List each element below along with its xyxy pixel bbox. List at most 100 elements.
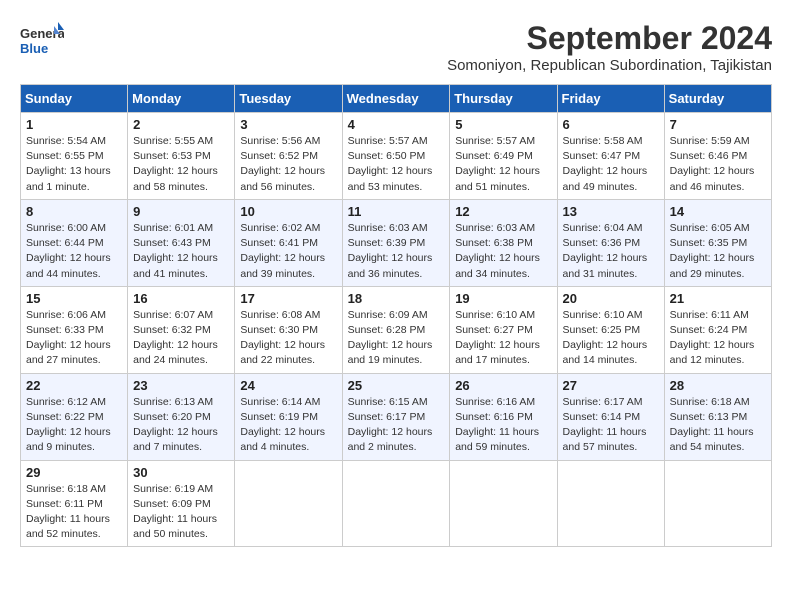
day-number-21: 21 bbox=[670, 291, 766, 306]
day-info-22: Sunrise: 6:12 AM Sunset: 6:22 PM Dayligh… bbox=[26, 395, 122, 456]
day-cell-16: 16 Sunrise: 6:07 AM Sunset: 6:32 PM Dayli… bbox=[128, 286, 235, 373]
day-number-12: 12 bbox=[455, 204, 551, 219]
day-info-20: Sunrise: 6:10 AM Sunset: 6:25 PM Dayligh… bbox=[563, 308, 659, 369]
day-cell-3: 3Sunrise: 5:56 AM Sunset: 6:52 PM Daylig… bbox=[235, 113, 342, 200]
day-number-22: 22 bbox=[26, 378, 122, 393]
day-cell-4: 4 Sunrise: 5:57 AM Sunset: 6:50 PM Daylig… bbox=[342, 113, 450, 200]
day-number-29: 29 bbox=[26, 465, 122, 480]
day-info-9: Sunrise: 6:01 AM Sunset: 6:43 PM Dayligh… bbox=[133, 221, 229, 282]
empty-cell bbox=[235, 460, 342, 547]
day-info-5: Sunrise: 5:57 AM Sunset: 6:49 PM Dayligh… bbox=[455, 134, 551, 195]
day-cell-15: 15 Sunrise: 6:06 AM Sunset: 6:33 PM Dayli… bbox=[21, 286, 128, 373]
day-number-6: 6 bbox=[563, 117, 659, 132]
day-info-27: Sunrise: 6:17 AM Sunset: 6:14 PM Dayligh… bbox=[563, 395, 659, 456]
day-info-29: Sunrise: 6:18 AM Sunset: 6:11 PM Dayligh… bbox=[26, 482, 122, 543]
weekday-wednesday: Wednesday bbox=[342, 85, 450, 113]
day-info-6: Sunrise: 5:58 AM Sunset: 6:47 PM Dayligh… bbox=[563, 134, 659, 195]
day-number-28: 28 bbox=[670, 378, 766, 393]
day-number-15: 15 bbox=[26, 291, 122, 306]
empty-cell bbox=[342, 460, 450, 547]
day-info-2: Sunrise: 5:55 AM Sunset: 6:53 PM Dayligh… bbox=[133, 134, 229, 195]
svg-text:Blue: Blue bbox=[20, 41, 48, 56]
day-number-9: 9 bbox=[133, 204, 229, 219]
day-info-16: Sunrise: 6:07 AM Sunset: 6:32 PM Dayligh… bbox=[133, 308, 229, 369]
weekday-tuesday: Tuesday bbox=[235, 85, 342, 113]
day-cell-13: 13 Sunrise: 6:04 AM Sunset: 6:36 PM Dayli… bbox=[557, 199, 664, 286]
weekday-thursday: Thursday bbox=[450, 85, 557, 113]
day-number-4: 4 bbox=[348, 117, 445, 132]
day-cell-7: 7 Sunrise: 5:59 AM Sunset: 6:46 PM Daylig… bbox=[664, 113, 771, 200]
day-cell-20: 20 Sunrise: 6:10 AM Sunset: 6:25 PM Dayli… bbox=[557, 286, 664, 373]
week-row-4: 22 Sunrise: 6:12 AM Sunset: 6:22 PM Dayli… bbox=[21, 373, 772, 460]
day-info-13: Sunrise: 6:04 AM Sunset: 6:36 PM Dayligh… bbox=[563, 221, 659, 282]
day-number-14: 14 bbox=[670, 204, 766, 219]
day-info-10: Sunrise: 6:02 AM Sunset: 6:41 PM Dayligh… bbox=[240, 221, 336, 282]
day-number-8: 8 bbox=[26, 204, 122, 219]
day-number-13: 13 bbox=[563, 204, 659, 219]
weekday-saturday: Saturday bbox=[664, 85, 771, 113]
title-block: September 2024 Somoniyon, Republican Sub… bbox=[447, 20, 772, 74]
day-cell-26: 26Sunrise: 6:16 AM Sunset: 6:16 PM Dayli… bbox=[450, 373, 557, 460]
calendar-table: SundayMondayTuesdayWednesdayThursdayFrid… bbox=[20, 84, 772, 547]
day-info-26: Sunrise: 6:16 AM Sunset: 6:16 PM Dayligh… bbox=[455, 395, 551, 456]
day-info-7: Sunrise: 5:59 AM Sunset: 6:46 PM Dayligh… bbox=[670, 134, 766, 195]
logo: General Blue bbox=[20, 20, 64, 69]
day-info-14: Sunrise: 6:05 AM Sunset: 6:35 PM Dayligh… bbox=[670, 221, 766, 282]
day-number-1: 1 bbox=[26, 117, 122, 132]
day-info-4: Sunrise: 5:57 AM Sunset: 6:50 PM Dayligh… bbox=[348, 134, 445, 195]
day-info-18: Sunrise: 6:09 AM Sunset: 6:28 PM Dayligh… bbox=[348, 308, 445, 369]
day-number-16: 16 bbox=[133, 291, 229, 306]
day-info-30: Sunrise: 6:19 AM Sunset: 6:09 PM Dayligh… bbox=[133, 482, 229, 543]
day-number-24: 24 bbox=[240, 378, 336, 393]
day-cell-9: 9 Sunrise: 6:01 AM Sunset: 6:43 PM Daylig… bbox=[128, 199, 235, 286]
week-row-2: 8Sunrise: 6:00 AM Sunset: 6:44 PM Daylig… bbox=[21, 199, 772, 286]
day-number-11: 11 bbox=[348, 204, 445, 219]
empty-cell bbox=[450, 460, 557, 547]
day-number-7: 7 bbox=[670, 117, 766, 132]
day-cell-29: 29 Sunrise: 6:18 AM Sunset: 6:11 PM Dayli… bbox=[21, 460, 128, 547]
day-cell-18: 18 Sunrise: 6:09 AM Sunset: 6:28 PM Dayli… bbox=[342, 286, 450, 373]
week-row-1: 1 Sunrise: 5:54 AM Sunset: 6:55 PM Daylig… bbox=[21, 113, 772, 200]
day-cell-11: 11Sunrise: 6:03 AM Sunset: 6:39 PM Dayli… bbox=[342, 199, 450, 286]
day-info-24: Sunrise: 6:14 AM Sunset: 6:19 PM Dayligh… bbox=[240, 395, 336, 456]
day-info-25: Sunrise: 6:15 AM Sunset: 6:17 PM Dayligh… bbox=[348, 395, 445, 456]
day-number-5: 5 bbox=[455, 117, 551, 132]
page-header: General Blue September 2024 Somoniyon, R… bbox=[20, 20, 772, 74]
day-info-23: Sunrise: 6:13 AM Sunset: 6:20 PM Dayligh… bbox=[133, 395, 229, 456]
day-number-3: 3 bbox=[240, 117, 336, 132]
day-info-15: Sunrise: 6:06 AM Sunset: 6:33 PM Dayligh… bbox=[26, 308, 122, 369]
day-cell-25: 25Sunrise: 6:15 AM Sunset: 6:17 PM Dayli… bbox=[342, 373, 450, 460]
day-cell-12: 12 Sunrise: 6:03 AM Sunset: 6:38 PM Dayli… bbox=[450, 199, 557, 286]
day-number-30: 30 bbox=[133, 465, 229, 480]
day-cell-24: 24 Sunrise: 6:14 AM Sunset: 6:19 PM Dayli… bbox=[235, 373, 342, 460]
logo-svg: General Blue bbox=[20, 20, 64, 64]
day-cell-5: 5 Sunrise: 5:57 AM Sunset: 6:49 PM Daylig… bbox=[450, 113, 557, 200]
empty-cell bbox=[664, 460, 771, 547]
day-cell-21: 21 Sunrise: 6:11 AM Sunset: 6:24 PM Dayli… bbox=[664, 286, 771, 373]
day-cell-10: 10Sunrise: 6:02 AM Sunset: 6:41 PM Dayli… bbox=[235, 199, 342, 286]
day-cell-2: 2 Sunrise: 5:55 AM Sunset: 6:53 PM Daylig… bbox=[128, 113, 235, 200]
day-info-12: Sunrise: 6:03 AM Sunset: 6:38 PM Dayligh… bbox=[455, 221, 551, 282]
week-row-3: 15 Sunrise: 6:06 AM Sunset: 6:33 PM Dayli… bbox=[21, 286, 772, 373]
day-number-20: 20 bbox=[563, 291, 659, 306]
day-cell-22: 22 Sunrise: 6:12 AM Sunset: 6:22 PM Dayli… bbox=[21, 373, 128, 460]
subtitle: Somoniyon, Republican Subordination, Taj… bbox=[447, 57, 772, 74]
month-title: September 2024 bbox=[447, 20, 772, 57]
day-info-21: Sunrise: 6:11 AM Sunset: 6:24 PM Dayligh… bbox=[670, 308, 766, 369]
weekday-friday: Friday bbox=[557, 85, 664, 113]
day-cell-1: 1 Sunrise: 5:54 AM Sunset: 6:55 PM Daylig… bbox=[21, 113, 128, 200]
day-cell-6: 6 Sunrise: 5:58 AM Sunset: 6:47 PM Daylig… bbox=[557, 113, 664, 200]
day-cell-8: 8Sunrise: 6:00 AM Sunset: 6:44 PM Daylig… bbox=[21, 199, 128, 286]
day-cell-27: 27 Sunrise: 6:17 AM Sunset: 6:14 PM Dayli… bbox=[557, 373, 664, 460]
day-number-19: 19 bbox=[455, 291, 551, 306]
day-info-1: Sunrise: 5:54 AM Sunset: 6:55 PM Dayligh… bbox=[26, 134, 122, 195]
day-info-17: Sunrise: 6:08 AM Sunset: 6:30 PM Dayligh… bbox=[240, 308, 336, 369]
day-number-23: 23 bbox=[133, 378, 229, 393]
day-cell-19: 19Sunrise: 6:10 AM Sunset: 6:27 PM Dayli… bbox=[450, 286, 557, 373]
day-info-28: Sunrise: 6:18 AM Sunset: 6:13 PM Dayligh… bbox=[670, 395, 766, 456]
weekday-header-row: SundayMondayTuesdayWednesdayThursdayFrid… bbox=[21, 85, 772, 113]
weekday-monday: Monday bbox=[128, 85, 235, 113]
day-number-18: 18 bbox=[348, 291, 445, 306]
day-number-27: 27 bbox=[563, 378, 659, 393]
day-number-2: 2 bbox=[133, 117, 229, 132]
